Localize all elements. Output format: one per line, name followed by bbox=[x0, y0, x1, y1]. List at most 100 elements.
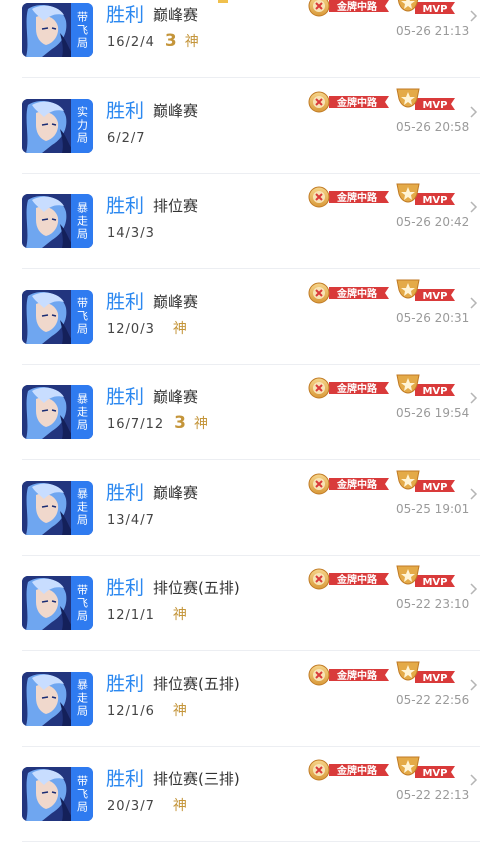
match-row[interactable]: 带飞局 胜利 排位赛(三排) 20/3/7 神 金牌中路 MVP 05-22 22… bbox=[0, 747, 500, 842]
hero-portrait-icon bbox=[22, 480, 72, 535]
kda-value: 16/7/12 bbox=[107, 417, 165, 432]
hero-avatar: 暴走局 bbox=[22, 480, 93, 535]
match-tag: 带飞局 bbox=[71, 289, 93, 344]
hero-avatar: 暴走局 bbox=[22, 385, 93, 439]
gold-mid-badge: 金牌中路 bbox=[308, 377, 389, 399]
match-result: 胜利 bbox=[106, 99, 145, 122]
match-tag: 带飞局 bbox=[71, 576, 93, 630]
kda-value: 16/2/4 bbox=[107, 35, 155, 50]
kda-value: 20/3/7 bbox=[107, 799, 155, 814]
hero-portrait-icon bbox=[22, 98, 72, 153]
match-time: 05-22 22:13 bbox=[396, 788, 470, 802]
match-mode: 巅峰赛 bbox=[153, 292, 199, 311]
match-time: 05-26 20:31 bbox=[396, 310, 470, 325]
match-row[interactable]: 暴走局 胜利 排位赛 14/3/3 金牌中路 MVP 05-26 20:42 bbox=[0, 174, 500, 269]
kda-value: 14/3/3 bbox=[107, 226, 155, 241]
svg-text:金牌中路: 金牌中路 bbox=[336, 764, 378, 777]
match-kda: 14/3/3 bbox=[107, 222, 173, 242]
godlike-badge: 神 bbox=[172, 320, 188, 337]
match-result: 胜利 bbox=[106, 386, 145, 408]
svg-text:金牌中路: 金牌中路 bbox=[336, 669, 378, 682]
godlike-badge: 神 bbox=[172, 798, 188, 814]
gold-mid-badge: 金牌中路 bbox=[308, 91, 389, 112]
svg-text:金牌中路: 金牌中路 bbox=[336, 573, 378, 586]
match-time: 05-26 21:13 bbox=[396, 24, 470, 38]
svg-text:MVP: MVP bbox=[422, 4, 447, 15]
match-tag: 暴走局 bbox=[71, 671, 93, 726]
chevron-right-icon[interactable] bbox=[467, 774, 479, 786]
match-mode: 排位赛(三排) bbox=[153, 770, 240, 788]
chevron-right-icon[interactable] bbox=[467, 105, 479, 118]
kda-value: 12/1/6 bbox=[107, 703, 155, 719]
hero-avatar: 暴走局 bbox=[22, 671, 93, 726]
match-row[interactable]: 带飞局 胜利 排位赛(五排) 12/1/1 神 金牌中路 MVP 05-22 23… bbox=[0, 556, 500, 651]
mvp-badge: MVP bbox=[396, 279, 455, 302]
chevron-right-icon[interactable] bbox=[467, 678, 479, 691]
kda-value: 12/1/1 bbox=[107, 608, 155, 623]
svg-text:MVP: MVP bbox=[422, 386, 447, 397]
mvp-badge: MVP bbox=[396, 183, 455, 206]
gold-mid-badge: 金牌中路 bbox=[308, 664, 389, 685]
gold-mid-badge: 金牌中路 bbox=[308, 568, 389, 590]
hero-avatar: 暴走局 bbox=[22, 194, 93, 248]
match-tag: 带飞局 bbox=[71, 767, 93, 821]
match-tag: 暴走局 bbox=[71, 480, 93, 535]
match-row[interactable]: 带飞局 胜利 巅峰赛 12/0/3 神 金牌中路 MVP 05-26 20:31 bbox=[0, 270, 500, 365]
hero-avatar: 带飞局 bbox=[22, 767, 93, 821]
chevron-right-icon[interactable] bbox=[467, 10, 479, 22]
svg-text:金牌中路: 金牌中路 bbox=[336, 96, 378, 109]
hero-portrait-icon bbox=[22, 3, 72, 57]
gold-mid-badge: 金牌中路 bbox=[308, 282, 389, 303]
match-mode: 巅峰赛 bbox=[153, 101, 199, 120]
kda-value: 6/2/7 bbox=[107, 130, 146, 146]
mvp-badge: MVP bbox=[396, 565, 455, 588]
hero-avatar: 实力局 bbox=[22, 98, 93, 153]
hero-avatar: 带飞局 bbox=[22, 3, 93, 57]
svg-text:MVP: MVP bbox=[422, 100, 447, 111]
svg-text:金牌中路: 金牌中路 bbox=[336, 478, 378, 491]
match-result: 胜利 bbox=[106, 195, 145, 217]
chevron-right-icon[interactable] bbox=[467, 487, 479, 500]
mvp-badge: MVP bbox=[396, 756, 455, 779]
match-row[interactable]: 暴走局 胜利 排位赛(五排) 12/1/6 神 金牌中路 MVP 05-22 22… bbox=[0, 652, 500, 747]
match-row[interactable]: 实力局 胜利 巅峰赛 6/2/7 金牌中路 MVP 05-26 20:58 bbox=[0, 79, 500, 174]
mvp-badge: MVP bbox=[396, 374, 455, 397]
chevron-right-icon[interactable] bbox=[467, 392, 479, 404]
match-kda: 6/2/7 bbox=[107, 127, 164, 147]
match-time: 05-22 23:10 bbox=[396, 597, 470, 611]
match-kda: 12/0/3 神 bbox=[107, 318, 188, 338]
match-kda: 16/2/4 3 神 bbox=[107, 31, 200, 51]
chevron-right-icon[interactable] bbox=[467, 583, 479, 595]
svg-text:MVP: MVP bbox=[422, 673, 447, 684]
kda-value: 12/0/3 bbox=[107, 321, 155, 337]
mvp-badge: MVP bbox=[396, 470, 455, 493]
match-mode: 排位赛(五排) bbox=[153, 579, 240, 597]
svg-text:金牌中路: 金牌中路 bbox=[336, 382, 378, 395]
match-row[interactable]: 暴走局 胜利 巅峰赛 16/7/12 3 神 金牌中路 MVP 05-26 19:5… bbox=[0, 365, 500, 460]
chevron-right-icon[interactable] bbox=[467, 296, 479, 309]
triple-kill-badge: 3 bbox=[164, 31, 177, 51]
gold-mid-badge: 金牌中路 bbox=[308, 0, 389, 17]
match-tag: 带飞局 bbox=[71, 3, 93, 57]
match-kda: 20/3/7 神 bbox=[107, 795, 188, 815]
hero-portrait-icon bbox=[22, 576, 72, 630]
gold-mid-badge: 金牌中路 bbox=[308, 473, 389, 494]
hero-portrait-icon bbox=[22, 671, 72, 726]
match-row[interactable]: 暴走局 胜利 巅峰赛 13/4/7 金牌中路 MVP 05-25 19:01 bbox=[0, 461, 500, 556]
godlike-badge: 神 bbox=[193, 416, 209, 432]
svg-text:MVP: MVP bbox=[422, 577, 447, 588]
match-row[interactable]: 带飞局 胜利 巅峰赛 16/2/4 3 神 金牌中路 MVP 05-26 21:13 bbox=[0, 0, 500, 78]
gold-mid-badge: 金牌中路 bbox=[308, 186, 389, 208]
chevron-right-icon[interactable] bbox=[467, 201, 479, 213]
match-mode: 排位赛 bbox=[153, 197, 199, 215]
godlike-badge: 神 bbox=[172, 607, 188, 623]
svg-text:MVP: MVP bbox=[422, 195, 447, 206]
match-kda: 12/1/6 神 bbox=[107, 700, 188, 720]
svg-text:MVP: MVP bbox=[422, 482, 447, 493]
svg-text:金牌中路: 金牌中路 bbox=[336, 191, 378, 204]
match-result: 胜利 bbox=[106, 672, 145, 695]
match-kda: 16/7/12 3 神 bbox=[107, 413, 209, 433]
kda-value: 13/4/7 bbox=[107, 512, 155, 528]
triple-kill-badge: 3 bbox=[174, 413, 186, 433]
match-mode: 排位赛(五排) bbox=[153, 674, 240, 693]
